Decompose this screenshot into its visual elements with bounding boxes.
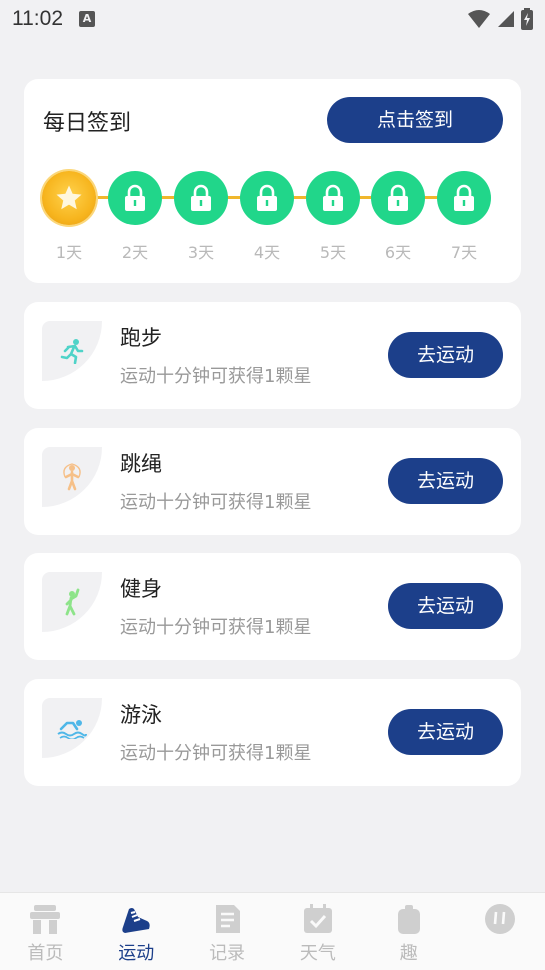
sport-desc: 运动十分钟可获得1颗星 — [120, 366, 312, 387]
gauge-icon — [484, 904, 515, 934]
document-icon — [216, 905, 241, 933]
sport-icon-bg — [42, 698, 102, 758]
running-icon — [60, 339, 84, 364]
bottom-tab-bar: 首页 运动 记录 天气 趣 — [0, 892, 545, 970]
sport-card-jump-rope: 跳绳 运动十分钟可获得1颗星 去运动 — [24, 428, 521, 535]
day-2-badge[interactable] — [108, 171, 162, 225]
lock-icon — [191, 184, 211, 211]
status-left: 11:02 A — [12, 7, 95, 31]
bag-icon — [397, 905, 420, 934]
tab-exercise[interactable]: 运动 — [91, 893, 182, 970]
sport-icon-bg — [42, 447, 102, 507]
status-time: 11:02 — [12, 7, 63, 30]
day-5-badge[interactable] — [306, 171, 360, 225]
swimming-icon — [57, 720, 87, 739]
day-6-badge[interactable] — [371, 171, 425, 225]
tab-label: 记录 — [209, 943, 246, 964]
day-label: 6天 — [384, 243, 412, 262]
checkin-title: 每日签到 — [43, 111, 132, 136]
go-exercise-button[interactable]: 去运动 — [388, 709, 503, 755]
tab-label: 运动 — [118, 943, 155, 964]
go-exercise-button[interactable]: 去运动 — [388, 332, 503, 378]
signal-icon — [498, 11, 514, 27]
home-icon — [30, 905, 61, 934]
lock-icon — [323, 184, 343, 211]
day-label: 1天 — [55, 243, 83, 262]
shoe-icon — [122, 908, 150, 933]
sport-desc: 运动十分钟可获得1颗星 — [120, 617, 312, 638]
star-icon — [56, 185, 82, 210]
sport-name: 游泳 — [120, 703, 162, 727]
calendar-check-icon — [303, 904, 332, 933]
day-label: 2天 — [121, 243, 149, 262]
notification-icon: A — [79, 11, 95, 27]
go-exercise-button[interactable]: 去运动 — [388, 458, 503, 504]
day-label: 3天 — [187, 243, 215, 262]
day-label: 4天 — [253, 243, 281, 262]
go-exercise-button[interactable]: 去运动 — [388, 583, 503, 629]
sport-card-running: 跑步 运动十分钟可获得1颗星 去运动 — [24, 302, 521, 409]
day-3-badge[interactable] — [174, 171, 228, 225]
day-7-badge[interactable] — [437, 171, 491, 225]
lock-icon — [257, 184, 277, 211]
sport-name: 跑步 — [120, 326, 162, 350]
day-label: 5天 — [319, 243, 347, 262]
tab-records[interactable]: 记录 — [182, 893, 273, 970]
status-bar: 11:02 A — [0, 0, 545, 38]
tab-fun[interactable]: 趣 — [363, 893, 454, 970]
battery-icon — [521, 8, 533, 30]
lock-icon — [454, 184, 474, 211]
sport-name: 健身 — [120, 577, 162, 601]
lock-icon — [388, 184, 408, 211]
status-right — [467, 8, 533, 30]
checkin-card: 每日签到 点击签到 1天 2天 3天 4天 5天 6天 7天 — [24, 79, 521, 283]
sport-name: 跳绳 — [120, 452, 162, 476]
day-1-badge[interactable] — [42, 171, 96, 225]
checkin-button[interactable]: 点击签到 — [327, 97, 503, 143]
day-4-badge[interactable] — [240, 171, 294, 225]
tab-label: 趣 — [399, 943, 418, 964]
sport-desc: 运动十分钟可获得1颗星 — [120, 743, 312, 764]
sport-desc: 运动十分钟可获得1颗星 — [120, 492, 312, 513]
jump-rope-icon — [63, 463, 81, 491]
tab-home[interactable]: 首页 — [0, 893, 91, 970]
fitness-icon — [65, 588, 80, 616]
day-label: 7天 — [450, 243, 478, 262]
sport-icon-bg — [42, 572, 102, 632]
tab-weather[interactable]: 天气 — [272, 893, 363, 970]
sport-card-swimming: 游泳 运动十分钟可获得1颗星 去运动 — [24, 679, 521, 786]
tab-label: 首页 — [27, 943, 64, 964]
lock-icon — [125, 184, 145, 211]
sport-card-fitness: 健身 运动十分钟可获得1颗星 去运动 — [24, 553, 521, 660]
sport-icon-bg — [42, 321, 102, 381]
tab-more[interactable] — [454, 893, 545, 970]
tab-label: 天气 — [299, 943, 336, 964]
wifi-icon — [468, 10, 490, 28]
